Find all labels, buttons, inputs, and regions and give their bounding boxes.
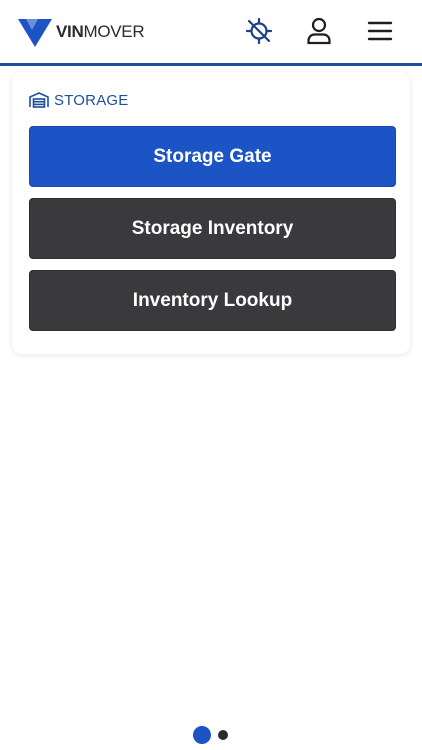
vinmover-logo[interactable]: VINMOVER: [18, 16, 145, 48]
storage-gate-button[interactable]: Storage Gate: [29, 126, 396, 187]
inventory-lookup-button[interactable]: Inventory Lookup: [29, 270, 396, 331]
storage-card: STORAGE Storage Gate Storage Inventory I…: [12, 72, 410, 354]
main-menu-button[interactable]: [365, 16, 395, 46]
storage-section-title: STORAGE: [29, 90, 128, 110]
gps-off-icon: [245, 17, 273, 45]
storage-inventory-button[interactable]: Storage Inventory: [29, 198, 396, 259]
app-header: VINMOVER: [0, 0, 422, 66]
gps-off-button[interactable]: [244, 16, 274, 46]
vinmover-logo-icon: [18, 19, 52, 47]
user-profile-button[interactable]: [304, 16, 334, 46]
hamburger-menu-icon: [367, 21, 393, 41]
page-dot[interactable]: [218, 730, 228, 740]
page-indicator: [193, 726, 228, 744]
page-dot-active[interactable]: [193, 726, 211, 744]
section-title-text: STORAGE: [54, 91, 129, 109]
warehouse-icon: [29, 92, 49, 108]
user-icon: [307, 17, 331, 45]
logo-text: VINMOVER: [56, 22, 145, 41]
